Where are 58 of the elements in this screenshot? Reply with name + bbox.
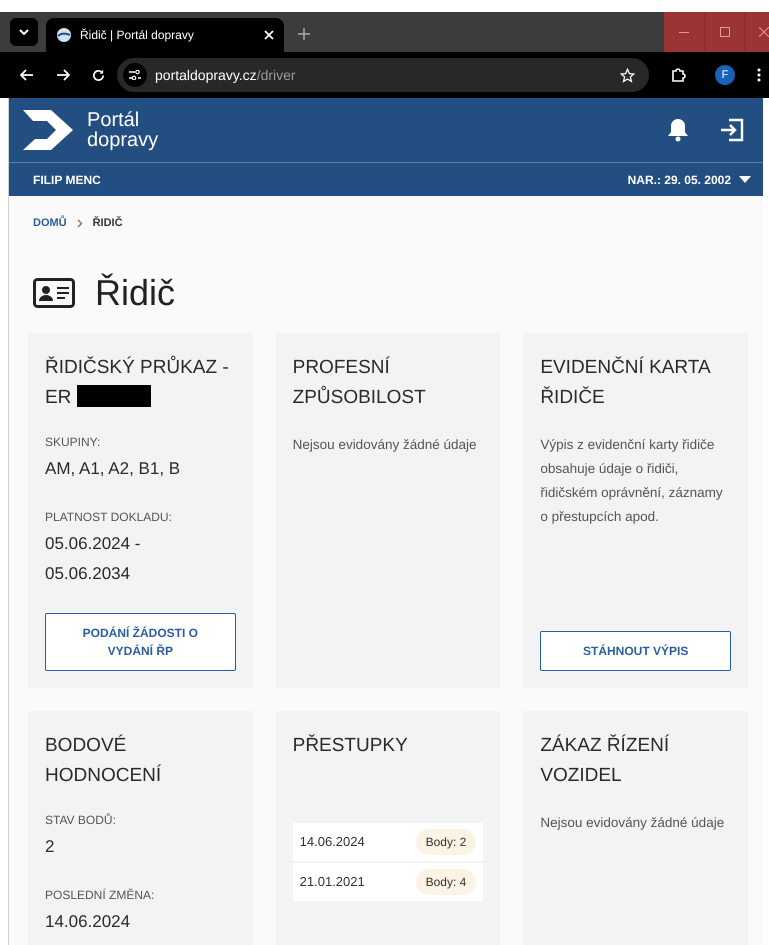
action-button[interactable]: PODÁNÍ ŽÁDOSTI O VYDÁNÍ ŘP	[45, 613, 236, 671]
logout-icon[interactable]	[719, 118, 745, 142]
site-settings-button[interactable]	[123, 63, 147, 87]
logo-text: dopravy	[87, 130, 158, 150]
tab-list-button[interactable]	[10, 18, 38, 46]
description-text: Nejsou evidovány žádné údaje	[540, 814, 726, 832]
chevron-down-icon	[19, 29, 29, 35]
id-card-icon	[33, 278, 75, 308]
field-value: AM, A1, A2, B1, B	[45, 458, 182, 480]
close-window-button[interactable]	[744, 12, 769, 52]
field-label: POSLEDNÍ ZMĚNA:	[45, 887, 156, 904]
offense-date: 14.06.2024	[300, 833, 365, 852]
puzzle-icon[interactable]	[671, 67, 687, 83]
card-title: EVIDENČNÍ KARTA ŘIDIČE	[540, 357, 710, 408]
offense-date: 21.01.2021	[300, 873, 365, 892]
browser-tab[interactable]: Řidič | Portál dopravy	[46, 18, 284, 52]
description-text: Nejsou evidovány žádné údaje	[292, 436, 478, 454]
site-logo[interactable]: Portál dopravy	[23, 110, 158, 150]
field-label: SKUPINY:	[45, 434, 102, 451]
description-text: Výpis z evidenční karty řidiče obsahuje údaje o řidiči, řidičském oprávnění, záznamy o přestupcích apod.	[540, 436, 724, 526]
tab-title: Řidič | Portál dopravy	[80, 27, 195, 44]
close-icon	[759, 27, 769, 37]
new-tab-icon[interactable]	[298, 28, 310, 40]
arrow-logo-icon	[23, 110, 73, 150]
forward-arrow-icon[interactable]	[56, 69, 70, 81]
card-title: ZÁKAZ ŘÍZENÍ VOZIDEL	[540, 735, 670, 786]
more-vertical-icon[interactable]	[757, 68, 761, 82]
field-label: PLATNOST DOKLADU:	[45, 509, 173, 526]
action-button[interactable]: STÁHNOUT VÝPIS	[540, 631, 731, 671]
field-value: 2	[45, 836, 56, 858]
chevron-right-icon	[76, 219, 83, 228]
caret-icon	[739, 176, 751, 183]
maximize-icon	[720, 27, 730, 37]
bell-icon[interactable]	[667, 118, 689, 142]
points-badge: Body: 2	[416, 829, 476, 855]
field-value: 14.06.2024	[45, 911, 132, 933]
address-bar[interactable]: portaldopravy.cz/driver	[117, 58, 649, 92]
birth-date-dropdown[interactable]: NAR.: 29. 05. 2002	[628, 170, 751, 188]
breadcrumb-link[interactable]: DOMŮ	[33, 215, 67, 232]
field-label: STAV BODŮ:	[45, 812, 117, 829]
maximize-button[interactable]	[704, 12, 744, 52]
user-name: FILIP MENC	[33, 172, 101, 188]
reload-icon[interactable]	[92, 68, 105, 82]
card-title: PROFESNÍ ZPŮSOBILOST	[292, 357, 426, 408]
card-title: ŘIDIČSKÝ PRŮKAZ - ER	[45, 357, 229, 408]
card-title: PŘESTUPKY	[292, 735, 408, 756]
back-arrow-icon[interactable]	[20, 69, 34, 81]
points-badge: Body: 4	[416, 869, 476, 895]
profile-avatar[interactable]: F	[715, 65, 735, 85]
card-title: BODOVÉ HODNOCENÍ	[45, 735, 162, 786]
logo-text: Portál	[87, 110, 140, 130]
star-icon[interactable]	[620, 68, 635, 82]
url-text: portaldopravy.cz/driver	[155, 66, 297, 85]
close-icon[interactable]	[264, 30, 274, 40]
page-title: Řidič	[95, 271, 176, 315]
breadcrumb-current: ŘIDIČ	[92, 215, 123, 232]
sliders-icon	[129, 70, 141, 80]
field-value: 05.06.2024 - 05.06.2034	[45, 533, 142, 585]
